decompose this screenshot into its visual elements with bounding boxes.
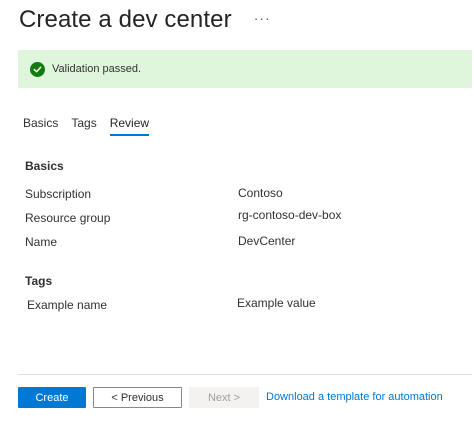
- name-label: Name: [25, 235, 58, 249]
- tag-value: Example value: [237, 296, 316, 310]
- resource-group-value: rg-contoso-dev-box: [238, 208, 342, 222]
- download-template-link[interactable]: Download a template for automation: [266, 391, 443, 403]
- tab-review[interactable]: Review: [109, 116, 150, 136]
- footer-divider: [18, 374, 472, 375]
- page-header: Create a dev center ···: [19, 6, 271, 34]
- tab-bar: Basics Tags Review: [23, 116, 162, 136]
- subscription-label: Subscription: [25, 187, 92, 201]
- tag-name-label: Example name: [27, 298, 108, 312]
- page-title: Create a dev center: [19, 6, 232, 33]
- create-button[interactable]: Create: [18, 387, 86, 408]
- previous-button[interactable]: < Previous: [93, 387, 182, 408]
- validation-message: Validation passed.: [52, 63, 142, 75]
- resource-group-label: Resource group: [25, 211, 111, 225]
- basics-section-heading: Basics: [25, 159, 64, 173]
- more-options-icon[interactable]: ···: [254, 10, 271, 26]
- success-check-icon: [30, 61, 45, 77]
- tags-section-heading: Tags: [25, 274, 53, 288]
- tab-basics[interactable]: Basics: [23, 116, 58, 136]
- validation-banner: Validation passed.: [18, 50, 472, 88]
- subscription-value: Contoso: [238, 186, 283, 200]
- name-value: DevCenter: [238, 234, 296, 248]
- tab-tags[interactable]: Tags: [71, 116, 96, 136]
- next-button: Next >: [189, 387, 259, 408]
